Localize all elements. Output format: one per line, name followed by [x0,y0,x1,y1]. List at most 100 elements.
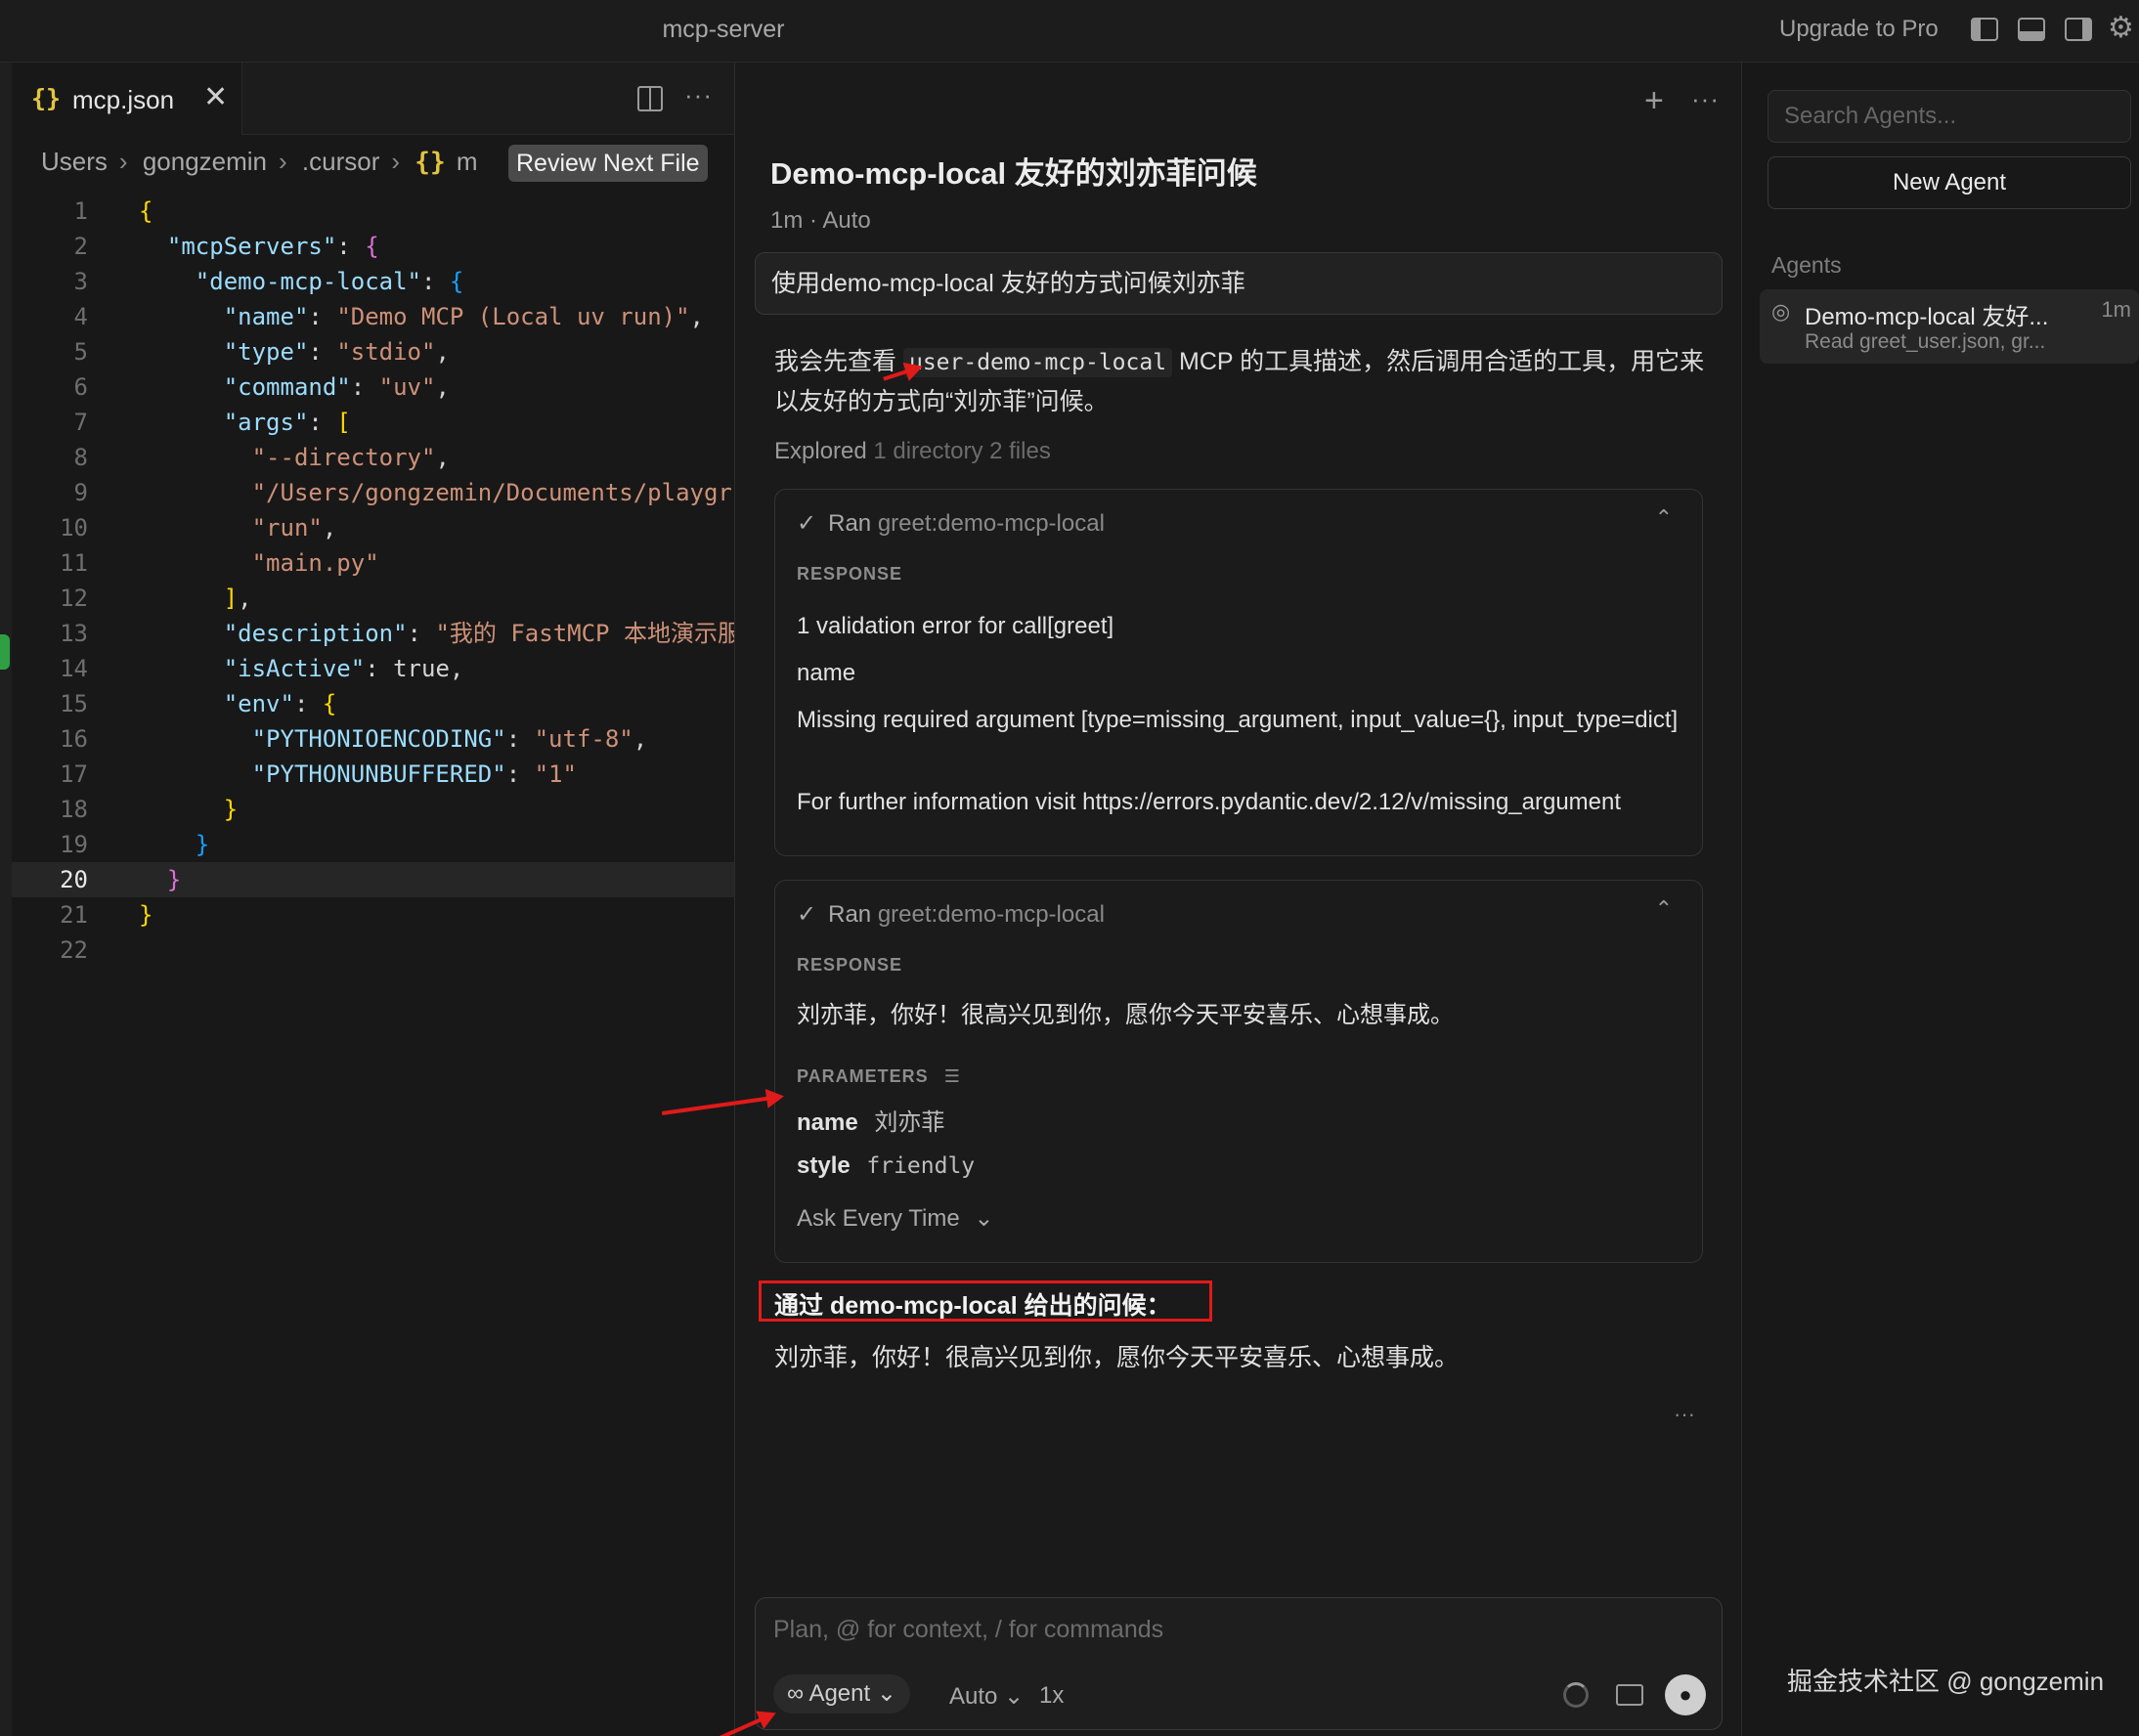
infinity-icon: ∞ [787,1680,805,1707]
ran-label: Ran [828,901,872,928]
tab-label: mcp.json [72,85,175,114]
line-number: 2 [73,233,88,260]
agent-mode-selector[interactable]: ∞ Agent ⌄ [773,1674,910,1714]
agents-sidebar: Search Agents... New Agent Agents ◎ Demo… [1742,63,2139,1736]
chat-meta: 1m · Auto [770,207,871,234]
user-message[interactable]: 使用demo-mcp-local 友好的方式问候刘亦菲 [755,252,1723,315]
more-actions-icon[interactable]: ··· [684,80,713,110]
title-bar: mcp-server Upgrade to Pro ⚙ [0,0,2139,63]
ran-label: Ran [828,510,872,537]
model-label: Auto [949,1683,998,1710]
response-label: RESPONSE [797,564,903,584]
line-number: 9 [73,479,88,506]
chat-more-icon[interactable]: ··· [1691,84,1720,114]
json-file-icon: {} [415,148,446,177]
line-number: 11 [60,549,88,577]
assistant-text: 我会先查看 [774,348,897,375]
composer-input[interactable]: Plan, @ for context, / for commands [773,1616,1163,1644]
line-number: 3 [73,268,88,295]
code-line: 2 "mcpServers": { [12,229,734,264]
code-line: 19 } [12,827,734,862]
tab-mcp-json[interactable]: {} mcp.json ✕ [12,63,242,135]
agent-list-item[interactable]: ◎ Demo-mcp-local 友好... 1m Read greet_use… [1760,289,2139,364]
breadcrumb-item[interactable]: gongzemin [143,147,267,176]
model-selector[interactable]: Auto ⌄ [949,1682,1024,1711]
line-number: 17 [60,760,88,788]
code-line: 18 } [12,792,734,827]
response-label: RESPONSE [797,955,903,975]
code-line: 16 "PYTHONIOENCODING": "utf-8", [12,721,734,757]
response-text: 刘亦菲，你好！很高兴见到你，愿你今天平安喜乐、心想事成。 [797,1002,1454,1028]
param-name: style [797,1152,851,1179]
toggle-left-sidebar-icon[interactable] [1971,18,1998,41]
expand-collapse-icon[interactable]: ⌃ [1655,505,1673,531]
code-editor[interactable]: 1{ 2 "mcpServers": { 3 "demo-mcp-local":… [12,194,734,968]
line-number: 18 [60,796,88,823]
code-line: 21} [12,897,734,933]
chat-title: Demo-mcp-local 友好的刘亦菲问候 [770,156,1257,191]
tool-name: greet:demo-mcp-local [877,510,1105,537]
line-number: 14 [60,655,88,682]
code-line: 12 ], [12,581,734,616]
code-line: 3 "demo-mcp-local": { [12,264,734,299]
breadcrumb-item[interactable]: Users [41,147,108,176]
multiplier-label[interactable]: 1x [1039,1682,1064,1710]
response-line: 1 validation error for call[greet] [797,613,1114,639]
param-value: 刘亦菲 [874,1109,945,1136]
assistant-message: 我会先查看 user-demo-mcp-local MCP 的工具描述，然后调用… [774,342,1713,421]
chat-composer: Plan, @ for context, / for commands ∞ Ag… [755,1597,1723,1730]
search-agents-input[interactable]: Search Agents... [1768,90,2131,143]
agent-time: 1m [2101,297,2131,322]
agent-title: Demo-mcp-local 友好... [1805,304,2049,330]
parameters-list-icon[interactable]: ☰ [944,1066,961,1086]
code-line: 15 "env": { [12,686,734,721]
activity-strip [0,63,12,1736]
window-title: mcp-server [662,16,785,43]
tool-name: greet:demo-mcp-local [877,901,1105,928]
line-number: 1 [73,197,88,225]
context-usage-icon [1563,1682,1589,1708]
breadcrumb: Users › gongzemin › .cursor › {} m [41,147,478,177]
split-editor-icon[interactable] [637,86,663,111]
close-tab-icon[interactable]: ✕ [203,80,228,114]
explored-summary[interactable]: Explored 1 directory 2 files [774,438,1051,465]
line-number: 5 [73,338,88,366]
line-number: 13 [60,620,88,647]
new-agent-button[interactable]: New Agent [1768,156,2131,209]
line-number: 10 [60,514,88,542]
chevron-down-icon: ⌄ [876,1680,896,1707]
response-line: For further information visit https://er… [797,789,1622,815]
settings-gear-icon[interactable]: ⚙ [2108,14,2134,43]
code-line: 13 "description": "我的 FastMCP 本地演示服 [12,616,734,651]
image-attach-icon[interactable] [1616,1684,1643,1706]
review-next-file-button[interactable]: Review Next File [508,145,708,182]
response-line: name [797,660,856,686]
line-number: 8 [73,444,88,471]
tool-call-header[interactable]: ✓ Ran greet:demo-mcp-local [797,509,1105,538]
message-more-icon[interactable]: ··· [1674,1402,1695,1427]
tool-call-header[interactable]: ✓ Ran greet:demo-mcp-local [797,900,1105,929]
param-row: name 刘亦菲 [797,1106,1686,1141]
agent-chat-panel: + ··· Demo-mcp-local 友好的刘亦菲问候 1m · Auto … [735,63,1742,1736]
code-line-active: 20 } [12,862,734,897]
expand-collapse-icon[interactable]: ⌃ [1655,896,1673,922]
explored-detail: 1 directory 2 files [873,438,1051,464]
json-file-icon: {} [31,84,62,112]
parameters-label: PARAMETERS ☰ [797,1066,961,1087]
ask-every-time-label: Ask Every Time [797,1205,960,1232]
chevron-down-icon: ⌄ [1004,1683,1025,1710]
inline-code: user-demo-mcp-local [902,348,1173,377]
toggle-right-sidebar-icon[interactable] [2065,18,2092,41]
breadcrumb-item[interactable]: m [457,147,478,176]
toggle-bottom-panel-icon[interactable] [2018,18,2045,41]
upgrade-to-pro-link[interactable]: Upgrade to Pro [1779,16,1939,43]
breadcrumb-item[interactable]: .cursor [302,147,379,176]
editor-tab-bar: {} mcp.json ✕ ··· [12,63,734,135]
line-number: 4 [73,303,88,330]
code-line: 11 "main.py" [12,545,734,581]
code-line: 10 "run", [12,510,734,545]
ask-every-time-dropdown[interactable]: Ask Every Time ⌄ [797,1201,1686,1237]
new-chat-plus-icon[interactable]: + [1644,82,1664,120]
microphone-icon[interactable]: ● [1665,1674,1706,1715]
tool-call-card: ✓ Ran greet:demo-mcp-local ⌃ RESPONSE 刘亦菲… [774,880,1703,1263]
